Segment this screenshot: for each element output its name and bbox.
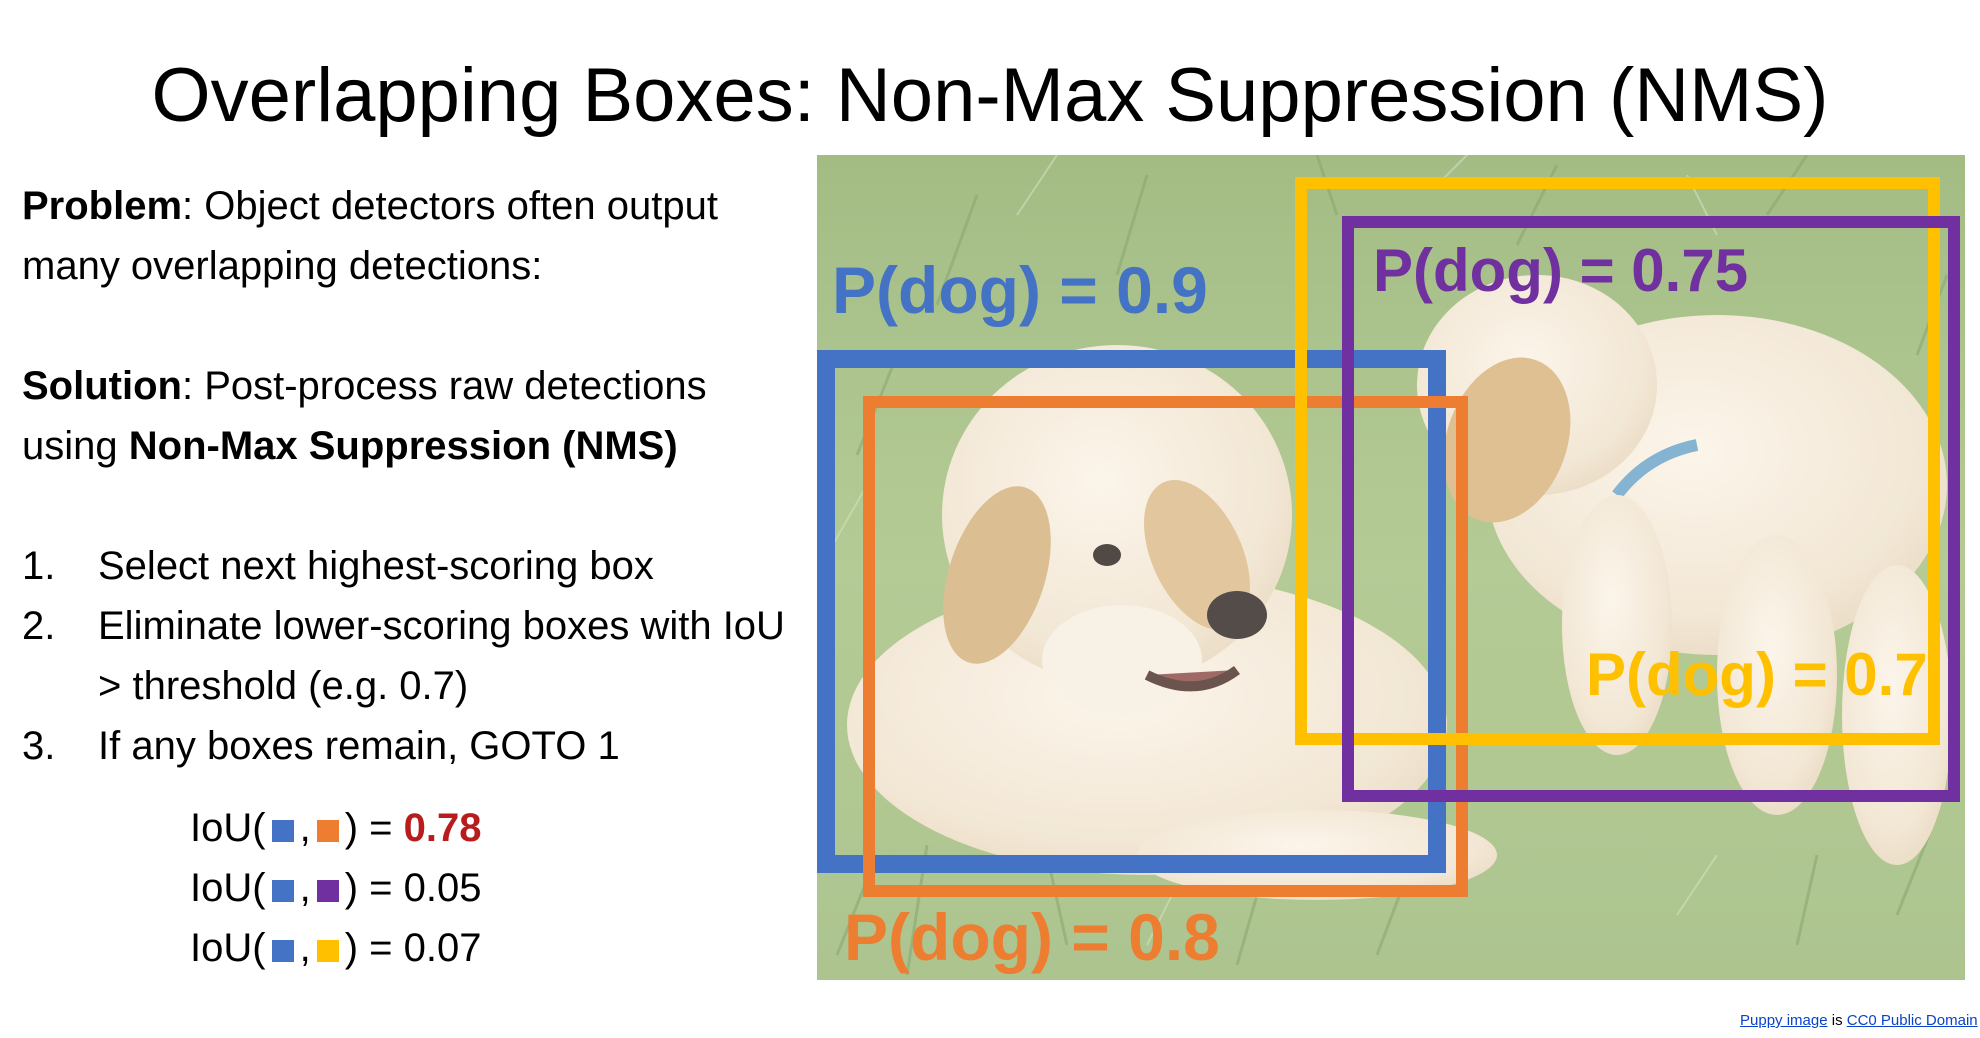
- image-credit: Puppy image is CC0 Public Domain: [1740, 1012, 1978, 1029]
- slide-title: Overlapping Boxes: Non-Max Suppression (…: [151, 53, 1829, 138]
- problem-paragraph: Problem: Object detectors often output m…: [22, 176, 812, 296]
- puppy-image-link[interactable]: Puppy image: [1740, 1012, 1828, 1029]
- detection-label-yellow: P(dog) = 0.7: [1586, 641, 1928, 708]
- left-text-column: Problem: Object detectors often output m…: [22, 176, 812, 978]
- solution-nms: Non-Max Suppression (NMS): [128, 424, 678, 468]
- iou-row: IoU(,) = 0.05: [190, 866, 482, 910]
- solution-label: Solution: [22, 364, 182, 408]
- iou-row: IoU(,) = 0.78: [190, 806, 482, 850]
- nms-steps-list: 1. Select next highest-scoring box 2. Elim…: [22, 536, 812, 776]
- iou-value: 0.07: [403, 926, 482, 970]
- blue-square-icon: [271, 820, 294, 842]
- detection-label-blue: P(dog) = 0.9: [832, 253, 1208, 327]
- list-item: 1. Select next highest-scoring box: [22, 544, 654, 588]
- problem-label: Problem: [22, 184, 183, 228]
- list-item: 2. Eliminate lower-scoring boxes with IoU…: [22, 604, 785, 708]
- iou-values: IoU(,) = 0.78 IoU(,) = 0.05 IoU(,) = 0.0…: [190, 798, 812, 978]
- blue-square-icon: [271, 880, 294, 902]
- yellow-square-icon: [316, 940, 339, 962]
- orange-square-icon: [316, 820, 339, 842]
- detection-label-orange: P(dog) = 0.8: [844, 900, 1220, 974]
- solution-paragraph: Solution: Post-process raw detections us…: [22, 356, 812, 476]
- iou-value: 0.05: [403, 866, 482, 910]
- purple-square-icon: [316, 880, 339, 902]
- iou-row: IoU(,) = 0.07: [190, 926, 482, 970]
- list-item: 3. If any boxes remain, GOTO 1: [22, 724, 620, 768]
- iou-value: 0.78: [403, 806, 482, 850]
- blue-square-icon: [271, 940, 294, 962]
- cc0-link[interactable]: CC0 Public Domain: [1847, 1012, 1978, 1029]
- puppy-image: P(dog) = 0.9 P(dog) = 0.8 P(dog) = 0.75 …: [817, 155, 1965, 980]
- detection-label-purple: P(dog) = 0.75: [1373, 237, 1749, 304]
